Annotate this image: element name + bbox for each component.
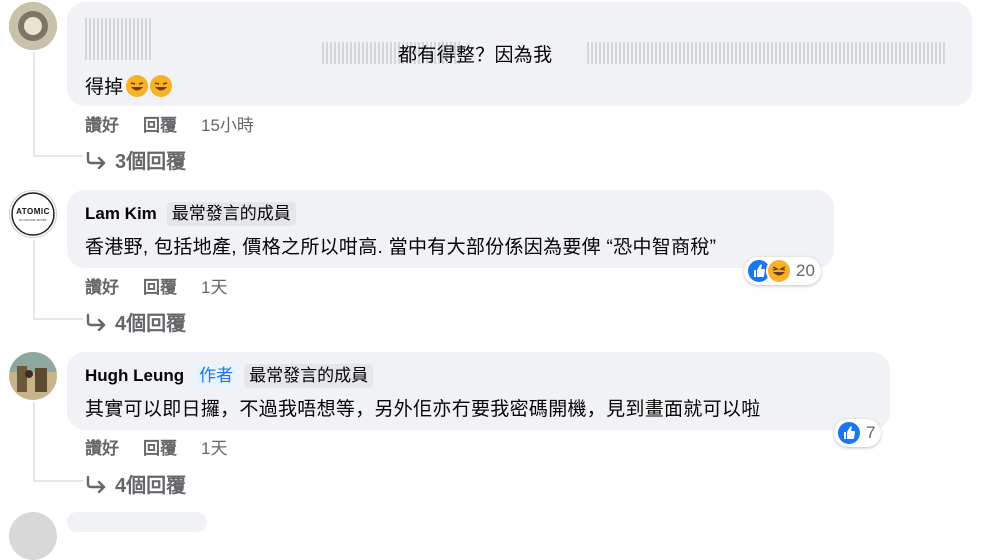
comment-text: 都有得整？因為我 bbox=[398, 45, 553, 66]
reply-arrow-icon bbox=[86, 475, 106, 493]
reaction-count: 7 bbox=[866, 423, 876, 442]
reply-button[interactable]: 回覆 bbox=[143, 434, 177, 459]
avatar[interactable] bbox=[9, 352, 57, 400]
thread-line-2-curve bbox=[33, 318, 83, 320]
thread-line-3-curve bbox=[33, 480, 83, 482]
laughing-emoji-icon bbox=[125, 74, 148, 97]
comment-text: 香港野, 包括地產, 價格之所以咁高. 當中有大部份係因為要俾 “恐中智商稅” bbox=[85, 237, 717, 258]
laughing-emoji-icon bbox=[149, 74, 172, 97]
redacted-text bbox=[587, 42, 947, 64]
like-reaction-icon bbox=[836, 420, 862, 446]
replies-label: 3個回覆 bbox=[115, 151, 187, 173]
avatar[interactable] bbox=[9, 2, 57, 50]
reaction-summary[interactable]: 20 bbox=[744, 257, 821, 285]
comment-bubble: Lam Kim 最常發言的成員 香港野, 包括地產, 價格之所以咁高. 當中有大… bbox=[67, 190, 834, 268]
redacted-name bbox=[85, 18, 153, 60]
view-replies-button[interactable]: 3個回覆 bbox=[85, 145, 186, 174]
reaction-summary[interactable]: 7 bbox=[834, 419, 882, 447]
timestamp-link[interactable]: 15小時 bbox=[201, 111, 254, 136]
avatar[interactable] bbox=[9, 512, 57, 560]
reply-arrow-icon bbox=[86, 313, 106, 331]
timestamp-link[interactable]: 1天 bbox=[201, 434, 227, 459]
comment-actions: 讚好 回覆 1天 bbox=[85, 434, 227, 459]
avatar[interactable]: ATOMIC RC MOTOR SPORT bbox=[9, 190, 57, 238]
thread-line-1-curve bbox=[33, 155, 83, 157]
timestamp-link[interactable]: 1天 bbox=[201, 273, 227, 298]
like-button[interactable]: 讚好 bbox=[85, 111, 119, 136]
view-replies-button[interactable]: 4個回覆 bbox=[85, 469, 186, 498]
thread-line-1 bbox=[33, 52, 35, 157]
replies-label: 4個回覆 bbox=[115, 313, 187, 335]
comment-text-line2: 得掉 bbox=[85, 72, 172, 99]
replies-label: 4個回覆 bbox=[115, 475, 187, 497]
commenter-name[interactable]: Hugh Leung bbox=[85, 366, 184, 386]
commenter-name[interactable]: Lam Kim bbox=[85, 204, 157, 224]
avatar-logo-text: ATOMIC bbox=[16, 207, 50, 216]
comment-actions: 讚好 回覆 1天 bbox=[85, 273, 227, 298]
like-button[interactable]: 讚好 bbox=[85, 273, 119, 298]
comment-actions: 讚好 回覆 15小時 bbox=[85, 111, 254, 136]
like-button[interactable]: 讚好 bbox=[85, 434, 119, 459]
reply-button[interactable]: 回覆 bbox=[143, 111, 177, 136]
comment-text: 得掉 bbox=[85, 77, 124, 98]
reply-button[interactable]: 回覆 bbox=[143, 273, 177, 298]
reaction-count: 20 bbox=[796, 261, 815, 280]
next-comment-bubble-partial bbox=[67, 512, 207, 532]
haha-reaction-icon bbox=[766, 258, 792, 284]
top-contributor-badge: 最常發言的成員 bbox=[244, 364, 374, 388]
comment-header: Lam Kim 最常發言的成員 bbox=[85, 202, 302, 226]
reply-arrow-icon bbox=[86, 151, 106, 169]
comment-header: Hugh Leung 作者 最常發言的成員 bbox=[85, 364, 379, 388]
top-contributor-badge: 最常發言的成員 bbox=[166, 202, 296, 226]
comment-bubble: Hugh Leung 作者 最常發言的成員 其實可以即日攞，不過我唔想等，另外佢… bbox=[67, 352, 890, 430]
author-badge: 作者 bbox=[194, 364, 239, 388]
view-replies-button[interactable]: 4個回覆 bbox=[85, 307, 186, 336]
comment-text: 其實可以即日攞，不過我唔想等，另外佢亦冇要我密碼開機，見到畫面就可以啦 bbox=[85, 399, 761, 420]
thread-line-3 bbox=[33, 402, 35, 482]
comment-bubble: 都有得整？因為我 得掉 bbox=[67, 2, 972, 106]
avatar-logo-subtext: RC MOTOR SPORT bbox=[19, 218, 47, 222]
thread-line-2 bbox=[33, 240, 35, 320]
